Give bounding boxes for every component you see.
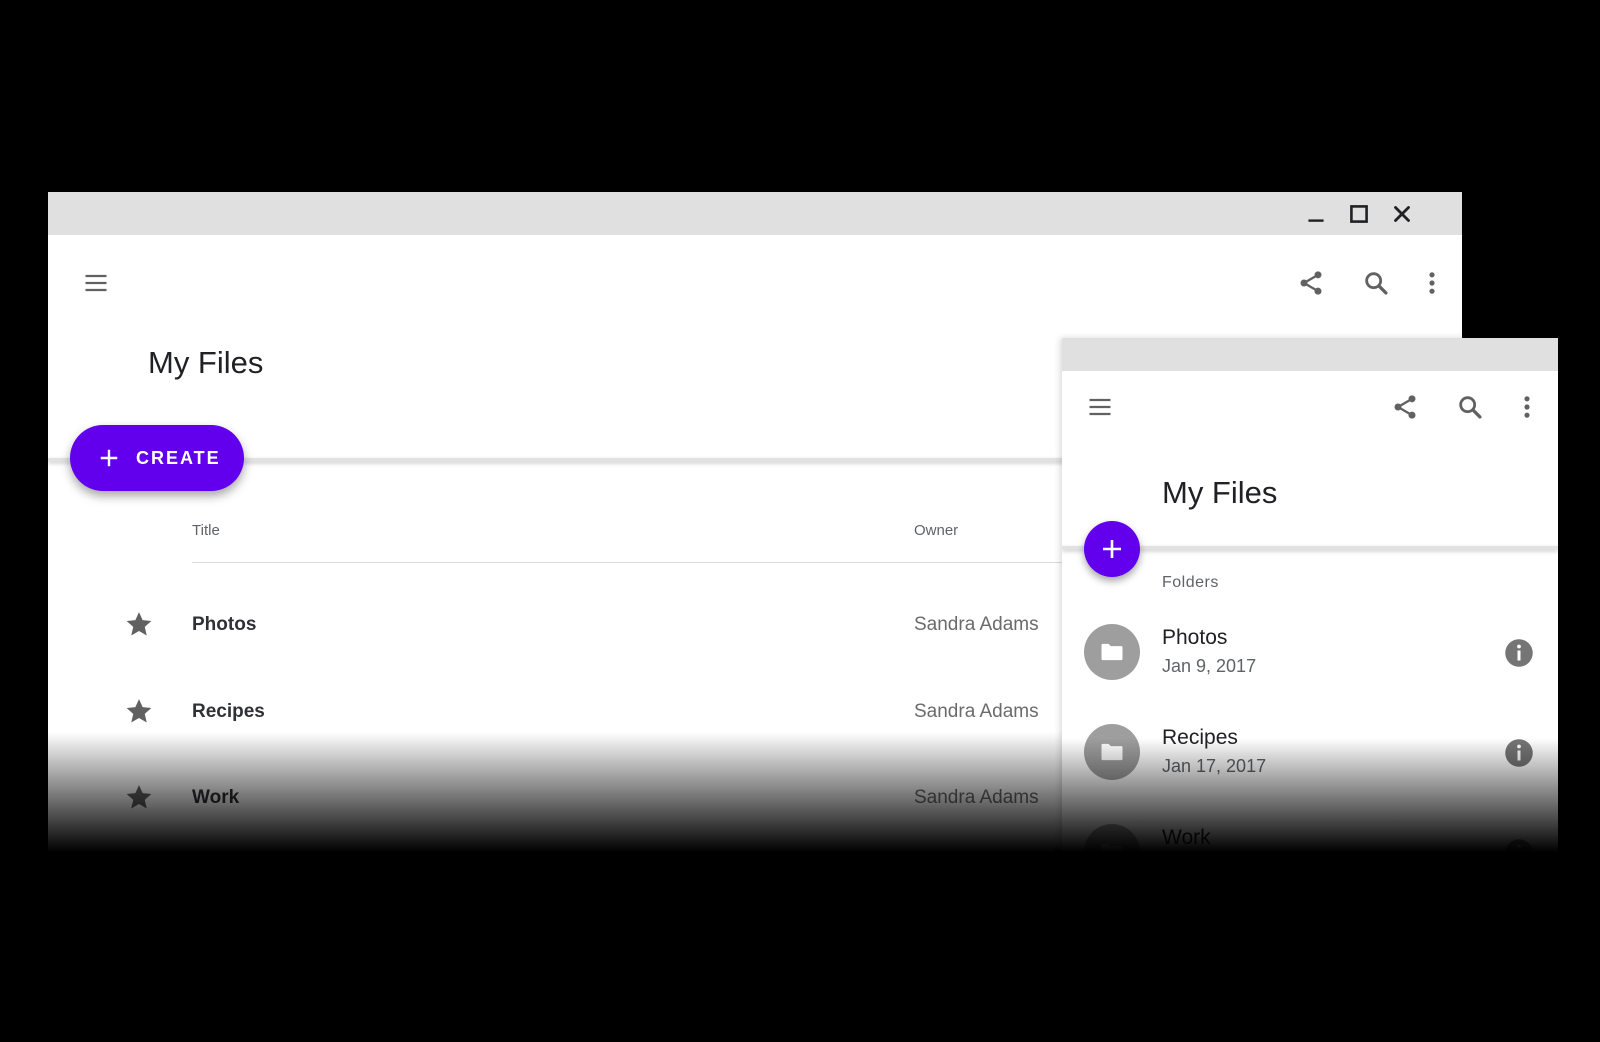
star-icon[interactable] <box>124 609 154 639</box>
row-title: Work <box>192 787 240 808</box>
more-vert-icon[interactable] <box>1418 269 1446 297</box>
files-window-small: My Files Folders Photos Jan 9, 2017 Reci… <box>1062 338 1558 852</box>
create-button-label: CREATE <box>136 447 221 468</box>
folder-name: Recipes <box>1162 726 1238 749</box>
folder-date: Jan 17, 2017 <box>1162 756 1267 776</box>
more-vert-icon[interactable] <box>1513 393 1541 421</box>
close-icon[interactable] <box>1389 201 1415 227</box>
minimize-icon[interactable] <box>1303 201 1329 227</box>
row-owner: Sandra Adams <box>914 614 1039 635</box>
info-icon[interactable] <box>1504 638 1534 668</box>
list-item[interactable]: Recipes Jan 17, 2017 <box>1062 708 1558 798</box>
row-owner: Sandra Adams <box>914 787 1039 808</box>
star-icon[interactable] <box>124 782 154 812</box>
list-item[interactable]: Work <box>1062 808 1558 852</box>
row-owner: Sandra Adams <box>914 701 1039 722</box>
page-title: My Files <box>148 345 264 380</box>
folder-name: Work <box>1162 826 1211 849</box>
row-title: Recipes <box>192 701 265 722</box>
plus-icon <box>1103 540 1121 558</box>
list-item[interactable]: Photos Jan 9, 2017 <box>1062 608 1558 698</box>
share-icon[interactable] <box>1391 393 1419 421</box>
window-titlebar <box>1062 338 1558 371</box>
folder-name: Photos <box>1162 626 1228 649</box>
column-header-owner[interactable]: Owner <box>914 522 958 539</box>
page-title: My Files <box>1162 475 1278 510</box>
folder-date: Jan 9, 2017 <box>1162 656 1257 676</box>
folder-icon <box>1084 624 1140 680</box>
maximize-icon[interactable] <box>1346 201 1372 227</box>
app-bar: My Files <box>1062 371 1558 547</box>
folder-icon <box>1084 824 1140 852</box>
search-icon[interactable] <box>1362 269 1390 297</box>
menu-icon[interactable] <box>1086 393 1114 421</box>
share-icon[interactable] <box>1297 269 1325 297</box>
row-title: Photos <box>192 614 257 635</box>
add-fab-button[interactable] <box>1084 521 1140 577</box>
create-button[interactable]: CREATE <box>70 425 244 491</box>
column-header-title[interactable]: Title <box>192 522 220 539</box>
info-icon[interactable] <box>1504 838 1534 852</box>
plus-icon <box>98 447 120 469</box>
folder-icon <box>1084 724 1140 780</box>
menu-icon[interactable] <box>82 269 110 297</box>
window-titlebar <box>48 192 1462 235</box>
star-icon[interactable] <box>124 696 154 726</box>
folders-subheader: Folders <box>1162 574 1219 591</box>
search-icon[interactable] <box>1456 393 1484 421</box>
info-icon[interactable] <box>1504 738 1534 768</box>
